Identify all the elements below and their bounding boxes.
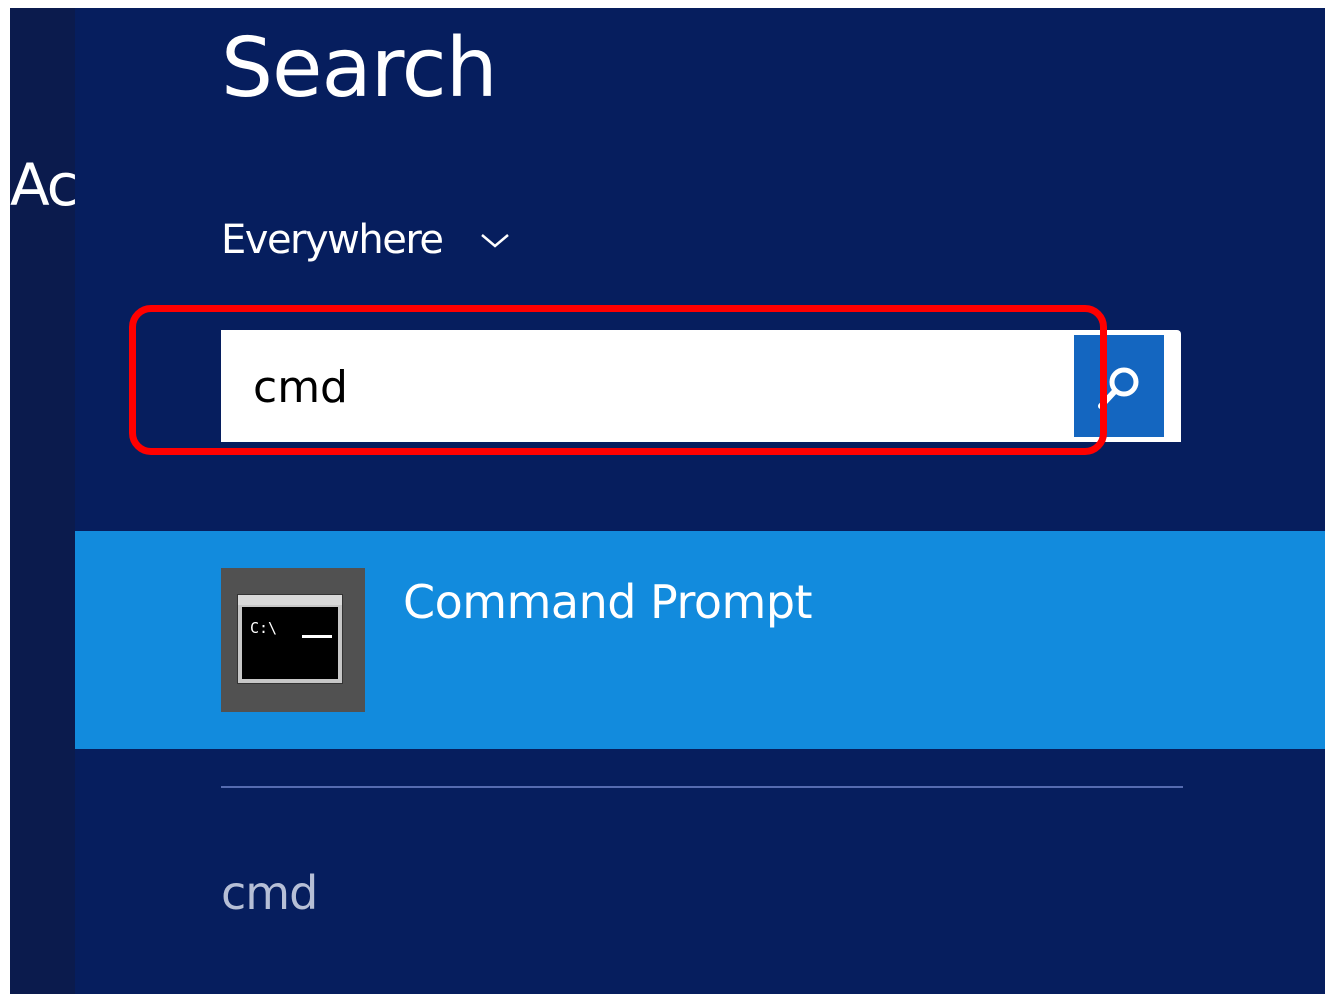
page-title: Search	[221, 21, 498, 116]
search-pane: Search Everywhere C:\ Command Prompt	[75, 8, 1325, 994]
chevron-down-icon	[480, 234, 509, 248]
search-box	[221, 330, 1181, 442]
console-window-graphic: C:\	[237, 594, 343, 684]
search-suggestion[interactable]: cmd	[221, 870, 318, 916]
background-app-text: Ac	[10, 151, 75, 219]
background-app-panel: Ac	[10, 8, 75, 994]
search-scope-label: Everywhere	[221, 217, 444, 263]
console-cursor	[302, 635, 332, 638]
search-scope-dropdown[interactable]: Everywhere	[221, 220, 511, 260]
search-result-label: Command Prompt	[403, 575, 813, 629]
console-titlebar	[238, 595, 342, 605]
console-screen: C:\	[242, 607, 338, 679]
search-button[interactable]	[1074, 335, 1164, 437]
search-input[interactable]	[253, 352, 1033, 422]
search-result-command-prompt[interactable]: C:\ Command Prompt	[75, 531, 1325, 749]
search-icon	[1098, 367, 1139, 409]
divider	[221, 786, 1183, 788]
console-prompt-text: C:\	[250, 619, 278, 637]
command-prompt-icon: C:\	[221, 568, 365, 712]
